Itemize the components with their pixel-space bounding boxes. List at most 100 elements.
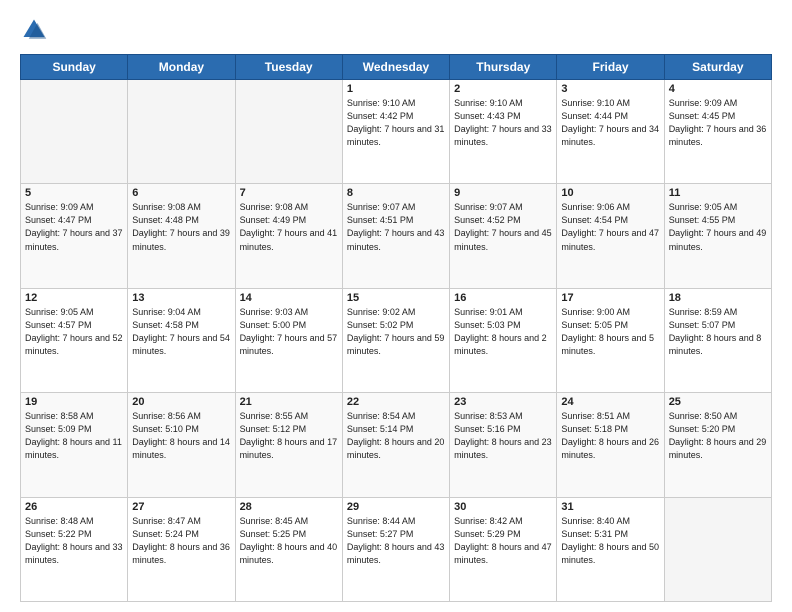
day-number: 19 <box>25 396 123 408</box>
day-info: Sunrise: 8:47 AM Sunset: 5:24 PM Dayligh… <box>132 515 230 567</box>
day-info: Sunrise: 9:03 AM Sunset: 5:00 PM Dayligh… <box>240 306 338 358</box>
weekday-header-friday: Friday <box>557 55 664 80</box>
day-number: 11 <box>669 187 767 199</box>
calendar-cell: 18 Sunrise: 8:59 AM Sunset: 5:07 PM Dayli… <box>664 288 771 392</box>
calendar-cell <box>664 497 771 601</box>
calendar-cell: 3Sunrise: 9:10 AM Sunset: 4:44 PM Daylig… <box>557 80 664 184</box>
logo <box>20 16 52 44</box>
day-info: Sunrise: 8:59 AM Sunset: 5:07 PM Dayligh… <box>669 306 767 358</box>
day-number: 29 <box>347 501 445 513</box>
day-number: 24 <box>561 396 659 408</box>
day-number: 8 <box>347 187 445 199</box>
day-info: Sunrise: 8:50 AM Sunset: 5:20 PM Dayligh… <box>669 410 767 462</box>
day-number: 10 <box>561 187 659 199</box>
day-number: 30 <box>454 501 552 513</box>
day-number: 28 <box>240 501 338 513</box>
calendar-cell: 20 Sunrise: 8:56 AM Sunset: 5:10 PM Dayli… <box>128 393 235 497</box>
day-info: Sunrise: 8:54 AM Sunset: 5:14 PM Dayligh… <box>347 410 445 462</box>
weekday-header-row: SundayMondayTuesdayWednesdayThursdayFrid… <box>21 55 772 80</box>
calendar-cell: 14 Sunrise: 9:03 AM Sunset: 5:00 PM Dayli… <box>235 288 342 392</box>
weekday-header-saturday: Saturday <box>664 55 771 80</box>
weekday-header-monday: Monday <box>128 55 235 80</box>
day-number: 5 <box>25 187 123 199</box>
calendar-cell: 10 Sunrise: 9:06 AM Sunset: 4:54 PM Dayli… <box>557 184 664 288</box>
calendar-cell: 4 Sunrise: 9:09 AM Sunset: 4:45 PM Daylig… <box>664 80 771 184</box>
day-number: 22 <box>347 396 445 408</box>
day-info: Sunrise: 8:40 AM Sunset: 5:31 PM Dayligh… <box>561 515 659 567</box>
day-info: Sunrise: 9:05 AM Sunset: 4:55 PM Dayligh… <box>669 201 767 253</box>
calendar-cell: 24 Sunrise: 8:51 AM Sunset: 5:18 PM Dayli… <box>557 393 664 497</box>
day-number: 9 <box>454 187 552 199</box>
calendar-cell: 9 Sunrise: 9:07 AM Sunset: 4:52 PM Daylig… <box>450 184 557 288</box>
day-info: Sunrise: 9:05 AM Sunset: 4:57 PM Dayligh… <box>25 306 123 358</box>
day-number: 26 <box>25 501 123 513</box>
calendar-cell: 11 Sunrise: 9:05 AM Sunset: 4:55 PM Dayli… <box>664 184 771 288</box>
day-info: Sunrise: 8:53 AM Sunset: 5:16 PM Dayligh… <box>454 410 552 462</box>
day-info: Sunrise: 9:04 AM Sunset: 4:58 PM Dayligh… <box>132 306 230 358</box>
day-info: Sunrise: 8:58 AM Sunset: 5:09 PM Dayligh… <box>25 410 123 462</box>
page: SundayMondayTuesdayWednesdayThursdayFrid… <box>0 0 792 612</box>
week-row-5: 26 Sunrise: 8:48 AM Sunset: 5:22 PM Dayli… <box>21 497 772 601</box>
day-info: Sunrise: 8:48 AM Sunset: 5:22 PM Dayligh… <box>25 515 123 567</box>
day-number: 20 <box>132 396 230 408</box>
calendar-cell: 1Sunrise: 9:10 AM Sunset: 4:42 PM Daylig… <box>342 80 449 184</box>
day-info: Sunrise: 9:10 AM Sunset: 4:44 PM Dayligh… <box>561 97 659 149</box>
day-info: Sunrise: 9:07 AM Sunset: 4:51 PM Dayligh… <box>347 201 445 253</box>
calendar-cell: 12 Sunrise: 9:05 AM Sunset: 4:57 PM Dayli… <box>21 288 128 392</box>
day-info: Sunrise: 9:07 AM Sunset: 4:52 PM Dayligh… <box>454 201 552 253</box>
calendar-cell <box>21 80 128 184</box>
calendar-cell: 19 Sunrise: 8:58 AM Sunset: 5:09 PM Dayli… <box>21 393 128 497</box>
day-info: Sunrise: 9:10 AM Sunset: 4:43 PM Dayligh… <box>454 97 552 149</box>
day-number: 4 <box>669 83 767 95</box>
day-info: Sunrise: 9:09 AM Sunset: 4:47 PM Dayligh… <box>25 201 123 253</box>
day-number: 27 <box>132 501 230 513</box>
weekday-header-tuesday: Tuesday <box>235 55 342 80</box>
day-number: 17 <box>561 292 659 304</box>
calendar-body: 1Sunrise: 9:10 AM Sunset: 4:42 PM Daylig… <box>21 80 772 602</box>
calendar-cell: 17 Sunrise: 9:00 AM Sunset: 5:05 PM Dayli… <box>557 288 664 392</box>
day-info: Sunrise: 8:56 AM Sunset: 5:10 PM Dayligh… <box>132 410 230 462</box>
day-info: Sunrise: 9:00 AM Sunset: 5:05 PM Dayligh… <box>561 306 659 358</box>
day-info: Sunrise: 9:02 AM Sunset: 5:02 PM Dayligh… <box>347 306 445 358</box>
day-info: Sunrise: 8:44 AM Sunset: 5:27 PM Dayligh… <box>347 515 445 567</box>
day-info: Sunrise: 9:01 AM Sunset: 5:03 PM Dayligh… <box>454 306 552 358</box>
day-number: 23 <box>454 396 552 408</box>
calendar-cell: 26 Sunrise: 8:48 AM Sunset: 5:22 PM Dayli… <box>21 497 128 601</box>
day-number: 18 <box>669 292 767 304</box>
calendar-cell: 29 Sunrise: 8:44 AM Sunset: 5:27 PM Dayli… <box>342 497 449 601</box>
day-number: 31 <box>561 501 659 513</box>
calendar-cell <box>235 80 342 184</box>
day-number: 14 <box>240 292 338 304</box>
weekday-header-thursday: Thursday <box>450 55 557 80</box>
logo-icon <box>20 16 48 44</box>
calendar-cell: 23 Sunrise: 8:53 AM Sunset: 5:16 PM Dayli… <box>450 393 557 497</box>
day-info: Sunrise: 8:51 AM Sunset: 5:18 PM Dayligh… <box>561 410 659 462</box>
calendar-cell: 15Sunrise: 9:02 AM Sunset: 5:02 PM Dayli… <box>342 288 449 392</box>
weekday-header-wednesday: Wednesday <box>342 55 449 80</box>
week-row-4: 19 Sunrise: 8:58 AM Sunset: 5:09 PM Dayli… <box>21 393 772 497</box>
calendar-cell: 5 Sunrise: 9:09 AM Sunset: 4:47 PM Daylig… <box>21 184 128 288</box>
header <box>20 16 772 44</box>
week-row-2: 5 Sunrise: 9:09 AM Sunset: 4:47 PM Daylig… <box>21 184 772 288</box>
day-info: Sunrise: 9:08 AM Sunset: 4:49 PM Dayligh… <box>240 201 338 253</box>
day-info: Sunrise: 8:55 AM Sunset: 5:12 PM Dayligh… <box>240 410 338 462</box>
week-row-3: 12 Sunrise: 9:05 AM Sunset: 4:57 PM Dayli… <box>21 288 772 392</box>
calendar-cell <box>128 80 235 184</box>
calendar-cell: 13Sunrise: 9:04 AM Sunset: 4:58 PM Dayli… <box>128 288 235 392</box>
day-number: 25 <box>669 396 767 408</box>
day-info: Sunrise: 9:10 AM Sunset: 4:42 PM Dayligh… <box>347 97 445 149</box>
calendar-cell: 2 Sunrise: 9:10 AM Sunset: 4:43 PM Daylig… <box>450 80 557 184</box>
calendar-cell: 27 Sunrise: 8:47 AM Sunset: 5:24 PM Dayli… <box>128 497 235 601</box>
day-number: 2 <box>454 83 552 95</box>
calendar-cell: 16Sunrise: 9:01 AM Sunset: 5:03 PM Dayli… <box>450 288 557 392</box>
calendar-cell: 25 Sunrise: 8:50 AM Sunset: 5:20 PM Dayli… <box>664 393 771 497</box>
day-info: Sunrise: 9:06 AM Sunset: 4:54 PM Dayligh… <box>561 201 659 253</box>
calendar-cell: 8 Sunrise: 9:07 AM Sunset: 4:51 PM Daylig… <box>342 184 449 288</box>
day-info: Sunrise: 9:09 AM Sunset: 4:45 PM Dayligh… <box>669 97 767 149</box>
day-info: Sunrise: 8:42 AM Sunset: 5:29 PM Dayligh… <box>454 515 552 567</box>
day-number: 7 <box>240 187 338 199</box>
day-info: Sunrise: 9:08 AM Sunset: 4:48 PM Dayligh… <box>132 201 230 253</box>
calendar-cell: 6Sunrise: 9:08 AM Sunset: 4:48 PM Daylig… <box>128 184 235 288</box>
day-number: 12 <box>25 292 123 304</box>
week-row-1: 1Sunrise: 9:10 AM Sunset: 4:42 PM Daylig… <box>21 80 772 184</box>
